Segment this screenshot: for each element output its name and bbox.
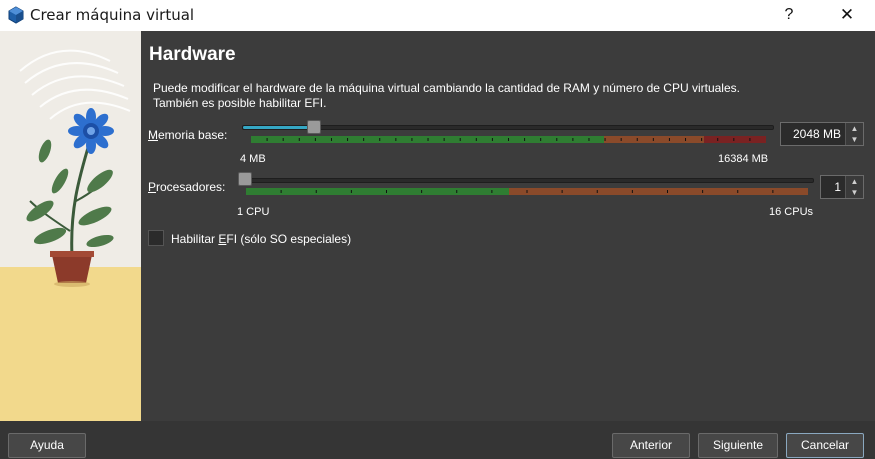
processors-value: 1 — [834, 180, 841, 194]
memory-value: 2048 MB — [792, 127, 841, 141]
arrow-down-icon[interactable]: ▼ — [846, 134, 863, 145]
next-button[interactable]: Siguiente — [698, 433, 778, 458]
processors-spinbox[interactable]: 1 ▲ ▼ — [820, 175, 864, 199]
efi-checkbox[interactable] — [148, 230, 164, 246]
processors-scale-ticks — [280, 190, 774, 193]
memory-max-label: 16384 MB — [718, 153, 769, 165]
button-bar: Ayuda Anterior Siguiente Cancelar — [0, 421, 875, 459]
processors-slider-groove[interactable] — [238, 178, 814, 183]
processors-scale — [246, 188, 808, 195]
memory-label-mnemonic: M — [148, 128, 158, 142]
window-title: Crear máquina virtual — [30, 6, 195, 24]
description-line-2: También es posible habilitar EFI. — [153, 96, 327, 110]
processors-label-mnemonic: P — [148, 180, 157, 194]
help-title-button[interactable]: ? — [770, 0, 808, 31]
arrow-up-icon[interactable]: ▲ — [846, 123, 863, 134]
memory-slider-fill — [243, 126, 314, 129]
processors-min-label: 1 CPU — [237, 206, 270, 218]
memory-spin-arrows: ▲ ▼ — [845, 123, 863, 145]
memory-slider-handle[interactable] — [306, 120, 321, 134]
processors-label: Procesadores: — [148, 180, 225, 194]
description-line-1: Puede modificar el hardware de la máquin… — [153, 81, 740, 95]
memory-spinbox[interactable]: 2048 MB ▲ ▼ — [780, 122, 864, 146]
page-description: Puede modificar el hardware de la máquin… — [153, 81, 843, 111]
processors-max-label: 16 CPUs — [769, 206, 814, 218]
arrow-up-icon[interactable]: ▲ — [846, 176, 863, 187]
processors-spin-arrows: ▲ ▼ — [845, 176, 863, 198]
page-title: Hardware — [149, 44, 236, 65]
memory-min-label: 4 MB — [240, 153, 266, 165]
memory-label-text: emoria base: — [158, 128, 228, 142]
back-button[interactable]: Anterior — [612, 433, 690, 458]
title-bar: Crear máquina virtual ? ✕ — [0, 0, 875, 31]
memory-label: Memoria base: — [148, 128, 227, 142]
close-button[interactable]: ✕ — [828, 0, 866, 31]
efi-label-before: Habilitar — [171, 232, 219, 246]
wizard-illustration — [0, 31, 141, 421]
hardware-page: Hardware Puede modificar el hardware de … — [141, 31, 875, 421]
memory-scale — [251, 136, 766, 143]
memory-slider-groove[interactable] — [242, 125, 774, 130]
cancel-button[interactable]: Cancelar — [786, 433, 864, 458]
processors-slider-handle[interactable] — [238, 172, 252, 186]
arrow-down-icon[interactable]: ▼ — [846, 187, 863, 198]
memory-scale-ticks — [266, 138, 751, 141]
efi-label-after: FI (sólo SO especiales) — [226, 232, 352, 246]
processors-label-text: rocesadores: — [156, 180, 226, 194]
efi-label[interactable]: Habilitar EFI (sólo SO especiales) — [171, 232, 351, 246]
help-button[interactable]: Ayuda — [8, 433, 86, 458]
virtualbox-cube-icon — [8, 6, 24, 24]
